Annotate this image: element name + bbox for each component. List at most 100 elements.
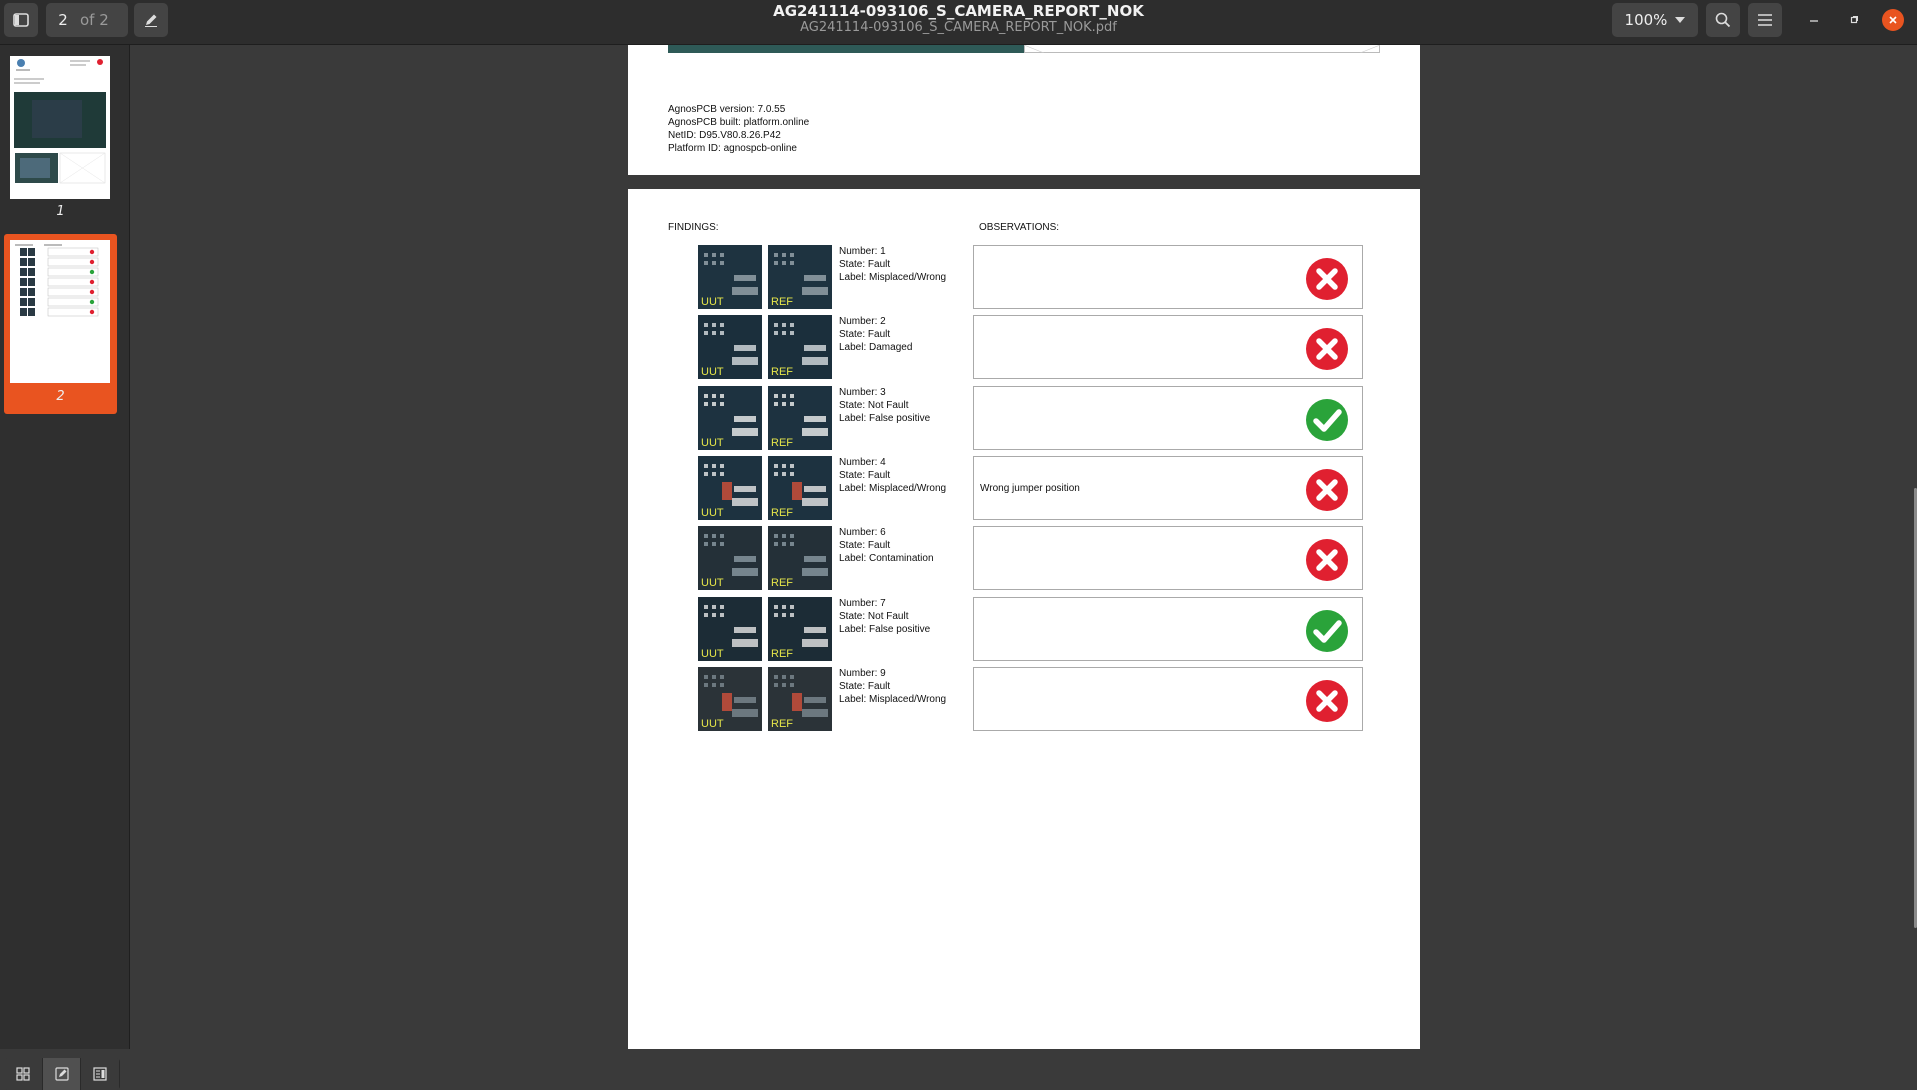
finding-row: UUT REF Number: 9 State: Fault Label: Mispla… xyxy=(628,667,1420,735)
uut-image: UUT xyxy=(698,526,762,590)
thumbnail-image xyxy=(10,56,110,199)
search-button[interactable] xyxy=(1706,3,1740,37)
finding-state: State: Fault xyxy=(839,329,891,340)
page1-image-strip xyxy=(668,45,1024,53)
chevron-down-icon xyxy=(1675,17,1686,23)
observation-box xyxy=(973,526,1363,590)
main-menu-button[interactable] xyxy=(1748,3,1782,37)
thumbnails-view-button[interactable] xyxy=(4,1058,43,1090)
ref-image-label: REF xyxy=(771,648,793,660)
page-current-input[interactable]: 2 xyxy=(46,11,80,29)
annotate-button[interactable] xyxy=(134,3,168,37)
outline-view-button[interactable] xyxy=(81,1058,120,1090)
finding-row: UUT REF Number: 4 State: Fault Label: Mispla… xyxy=(628,456,1420,524)
finding-number: Number: 6 xyxy=(839,527,886,538)
ref-image: REF xyxy=(768,526,832,590)
ref-image-label: REF xyxy=(771,507,793,519)
page1-info-block: AgnosPCB version: 7.0.55 AgnosPCB built:… xyxy=(668,103,809,155)
restore-button[interactable] xyxy=(1842,8,1866,32)
version-line: AgnosPCB version: 7.0.55 xyxy=(668,104,786,115)
zoom-dropdown[interactable]: 100% xyxy=(1612,3,1698,37)
finding-label: Label: Misplaced/Wrong xyxy=(839,272,947,283)
finding-info: Number: 3 State: Not Fault Label: False po… xyxy=(839,386,930,425)
page-2: FINDINGS: OBSERVATIONS: UUT REF Number: 1 S… xyxy=(628,189,1420,1049)
observation-box xyxy=(973,245,1363,309)
uut-image-label: UUT xyxy=(701,577,724,589)
finding-state: State: Fault xyxy=(839,470,891,481)
uut-image-label: UUT xyxy=(701,718,724,730)
x-mark-icon xyxy=(1305,538,1349,582)
ref-image-label: REF xyxy=(771,437,793,449)
uut-image: UUT xyxy=(698,597,762,661)
finding-state: State: Not Fault xyxy=(839,611,909,622)
ref-image: REF xyxy=(768,667,832,731)
finding-state: State: Fault xyxy=(839,681,891,692)
pen-icon xyxy=(145,14,157,27)
finding-row: UUT REF Number: 3 State: Not Fault Label: Fa… xyxy=(628,386,1420,454)
finding-row: UUT REF Number: 7 State: Not Fault Label: Fa… xyxy=(628,597,1420,665)
sidebar-toggle-icon xyxy=(13,13,29,27)
minimize-button[interactable] xyxy=(1802,8,1826,32)
finding-row: UUT REF Number: 1 State: Fault Label: Mispla… xyxy=(628,245,1420,313)
ref-image: REF xyxy=(768,245,832,309)
minimize-icon xyxy=(1810,20,1818,22)
thumbnail-page-1[interactable]: 1 xyxy=(4,50,117,225)
finding-state: State: Fault xyxy=(839,540,891,551)
finding-row: UUT REF Number: 2 State: Fault Label: Damage… xyxy=(628,315,1420,383)
observation-text: Wrong jumper position xyxy=(980,483,1080,494)
hamburger-menu-icon xyxy=(1758,14,1772,26)
finding-label: Label: False positive xyxy=(839,413,931,424)
finding-info: Number: 7 State: Not Fault Label: False po… xyxy=(839,597,930,636)
document-filename: AG241114-093106_S_CAMERA_REPORT_NOK.pdf xyxy=(800,20,1117,35)
finding-label: Label: False positive xyxy=(839,624,931,635)
page-1: AgnosPCB version: 7.0.55 AgnosPCB built:… xyxy=(628,45,1420,175)
page-number-field[interactable]: 2 of 2 xyxy=(46,3,128,37)
observation-box xyxy=(973,667,1363,731)
page-total-label: of 2 xyxy=(80,11,109,29)
thumbnails-view-icon xyxy=(16,1067,30,1081)
x-mark-icon xyxy=(1305,327,1349,371)
uut-image: UUT xyxy=(698,456,762,520)
search-icon xyxy=(1715,12,1731,28)
x-mark-icon xyxy=(1305,679,1349,723)
thumbnail-label-2: 2 xyxy=(56,389,65,404)
document-title: AG241114-093106_S_CAMERA_REPORT_NOK xyxy=(773,2,1144,20)
uut-image-label: UUT xyxy=(701,296,724,308)
finding-state: State: Fault xyxy=(839,259,891,270)
thumbnail-page-2[interactable]: 2 xyxy=(4,234,117,414)
outline-view-icon xyxy=(93,1067,107,1081)
restore-icon xyxy=(1850,16,1858,24)
finding-info: Number: 1 State: Fault Label: Misplaced/Wr… xyxy=(839,245,946,284)
sidebar-toggle-button[interactable] xyxy=(4,3,38,37)
uut-image-label: UUT xyxy=(701,366,724,378)
build-line: AgnosPCB built: platform.online xyxy=(668,117,810,128)
ref-image: REF xyxy=(768,456,832,520)
observations-header: OBSERVATIONS: xyxy=(979,222,1060,233)
annotations-view-button[interactable] xyxy=(42,1058,82,1090)
header-bar: 2 of 2 AG241114-093106_S_CAMERA_REPORT_N… xyxy=(0,0,1917,45)
observation-box: Wrong jumper position xyxy=(973,456,1363,520)
thumbnail-label-1: 1 xyxy=(56,204,65,219)
document-viewport[interactable]: AgnosPCB version: 7.0.55 AgnosPCB built:… xyxy=(130,45,1917,1049)
close-window-button[interactable] xyxy=(1882,9,1904,31)
finding-number: Number: 3 xyxy=(839,387,886,398)
findings-header: FINDINGS: xyxy=(668,222,719,233)
thumbnail-sidebar: 1 2 xyxy=(0,45,130,1090)
ref-image-label: REF xyxy=(771,296,793,308)
zoom-level: 100% xyxy=(1624,11,1668,29)
finding-number: Number: 7 xyxy=(839,598,886,609)
ref-image-label: REF xyxy=(771,577,793,589)
checkmark-icon xyxy=(1305,398,1349,442)
close-icon xyxy=(1889,16,1897,24)
title-block: AG241114-093106_S_CAMERA_REPORT_NOK AG24… xyxy=(600,3,1317,36)
ref-image-label: REF xyxy=(771,366,793,378)
finding-number: Number: 9 xyxy=(839,668,886,679)
finding-number: Number: 2 xyxy=(839,316,886,327)
uut-image-label: UUT xyxy=(701,437,724,449)
sidebar-mode-switcher xyxy=(4,1058,120,1090)
finding-label: Label: Damaged xyxy=(839,342,913,353)
x-mark-icon xyxy=(1305,468,1349,512)
netid-line: NetID: D95.V80.8.26.P42 xyxy=(668,130,781,141)
finding-number: Number: 1 xyxy=(839,246,886,257)
uut-image: UUT xyxy=(698,245,762,309)
